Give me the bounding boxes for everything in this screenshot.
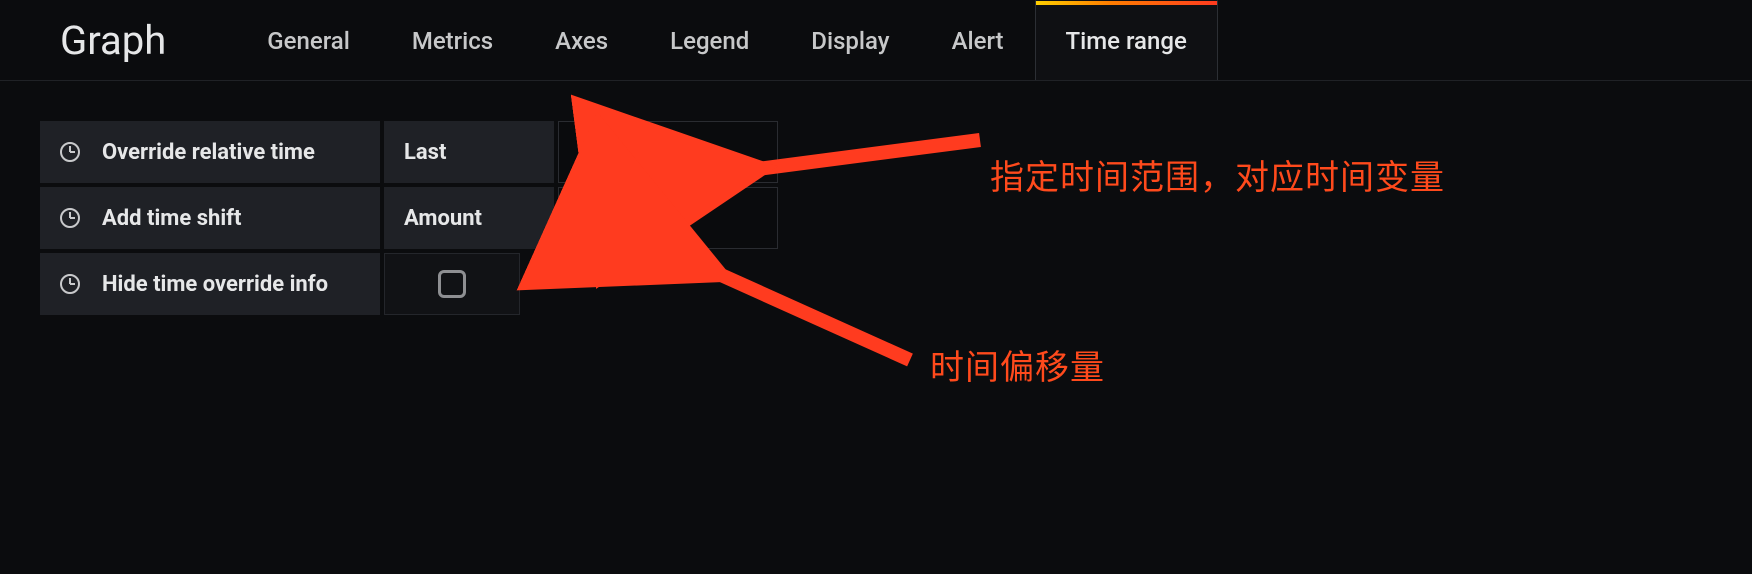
field-label: Override relative time [102,140,315,165]
panel-type-title: Graph [60,17,166,64]
tab-label: Axes [555,27,608,55]
tab-legend[interactable]: Legend [639,0,780,80]
time-range-form: Override relative time Last Add time shi… [0,81,1752,315]
sublabel-amount: Amount [384,187,554,249]
label-add-time-shift: Add time shift [40,187,380,249]
tab-label: Legend [670,27,749,55]
tab-general[interactable]: General [236,0,381,80]
add-time-shift-input[interactable] [559,188,777,248]
annotation-text-1: 指定时间范围，对应时间变量 [990,150,1445,199]
override-relative-time-input[interactable] [559,122,777,182]
tab-list: General Metrics Axes Legend Display Aler… [236,0,1218,80]
field-label: Hide time override info [102,272,328,297]
tab-time-range[interactable]: Time range [1035,0,1218,80]
clock-icon [60,142,80,162]
row-add-time-shift: Add time shift Amount [40,187,1712,249]
tab-label: General [267,27,350,55]
row-hide-time-override: Hide time override info [40,253,1712,315]
tab-label: Alert [952,27,1004,55]
clock-icon [60,208,80,228]
sublabel-text: Amount [404,206,482,231]
tab-metrics[interactable]: Metrics [381,0,524,80]
annotation-text-2: 时间偏移量 [930,340,1105,389]
tab-alert[interactable]: Alert [921,0,1035,80]
tab-axes[interactable]: Axes [524,0,639,80]
sublabel-text: Last [404,140,446,165]
sublabel-last: Last [384,121,554,183]
tab-header: Graph General Metrics Axes Legend Displa… [0,0,1752,81]
field-label: Add time shift [102,206,241,231]
tab-label: Time range [1066,27,1187,55]
hide-time-override-checkbox[interactable] [438,270,466,298]
checkbox-cell-hide-time-override [384,253,520,315]
input-cell-add-time-shift [558,187,778,249]
label-hide-time-override: Hide time override info [40,253,380,315]
tab-label: Metrics [412,27,493,55]
label-override-relative-time: Override relative time [40,121,380,183]
clock-icon [60,274,80,294]
tab-label: Display [811,27,889,55]
tab-display[interactable]: Display [780,0,920,80]
input-cell-override-relative-time [558,121,778,183]
row-override-relative-time: Override relative time Last [40,121,1712,183]
